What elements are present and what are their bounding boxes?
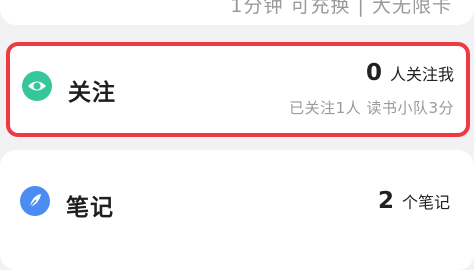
follow-title: 关注 [68, 80, 116, 106]
follower-count-number: 0 [365, 60, 382, 86]
follower-count-label: 人关注我 [389, 65, 454, 84]
notes-title: 笔记 [66, 195, 114, 221]
notes-row[interactable]: 笔记 2 个笔记 [0, 150, 474, 270]
feather-pen-icon [20, 186, 50, 216]
eye-icon [22, 71, 52, 101]
follow-summary: 已关注1人 读书小队3分 [289, 99, 454, 117]
notes-count: 2 个笔记 [378, 188, 450, 214]
cropped-top-card[interactable]: 1分钟 可充换 | 大无限卡 [0, 0, 474, 25]
follower-count: 0 人关注我 [366, 60, 454, 86]
notes-count-number: 2 [377, 188, 394, 214]
notes-count-label: 个笔记 [401, 193, 450, 212]
follow-row[interactable]: 关注 0 人关注我 已关注1人 读书小队3分 [6, 42, 470, 137]
top-card-hint: 1分钟 可充换 | 大无限卡 [230, 0, 452, 17]
